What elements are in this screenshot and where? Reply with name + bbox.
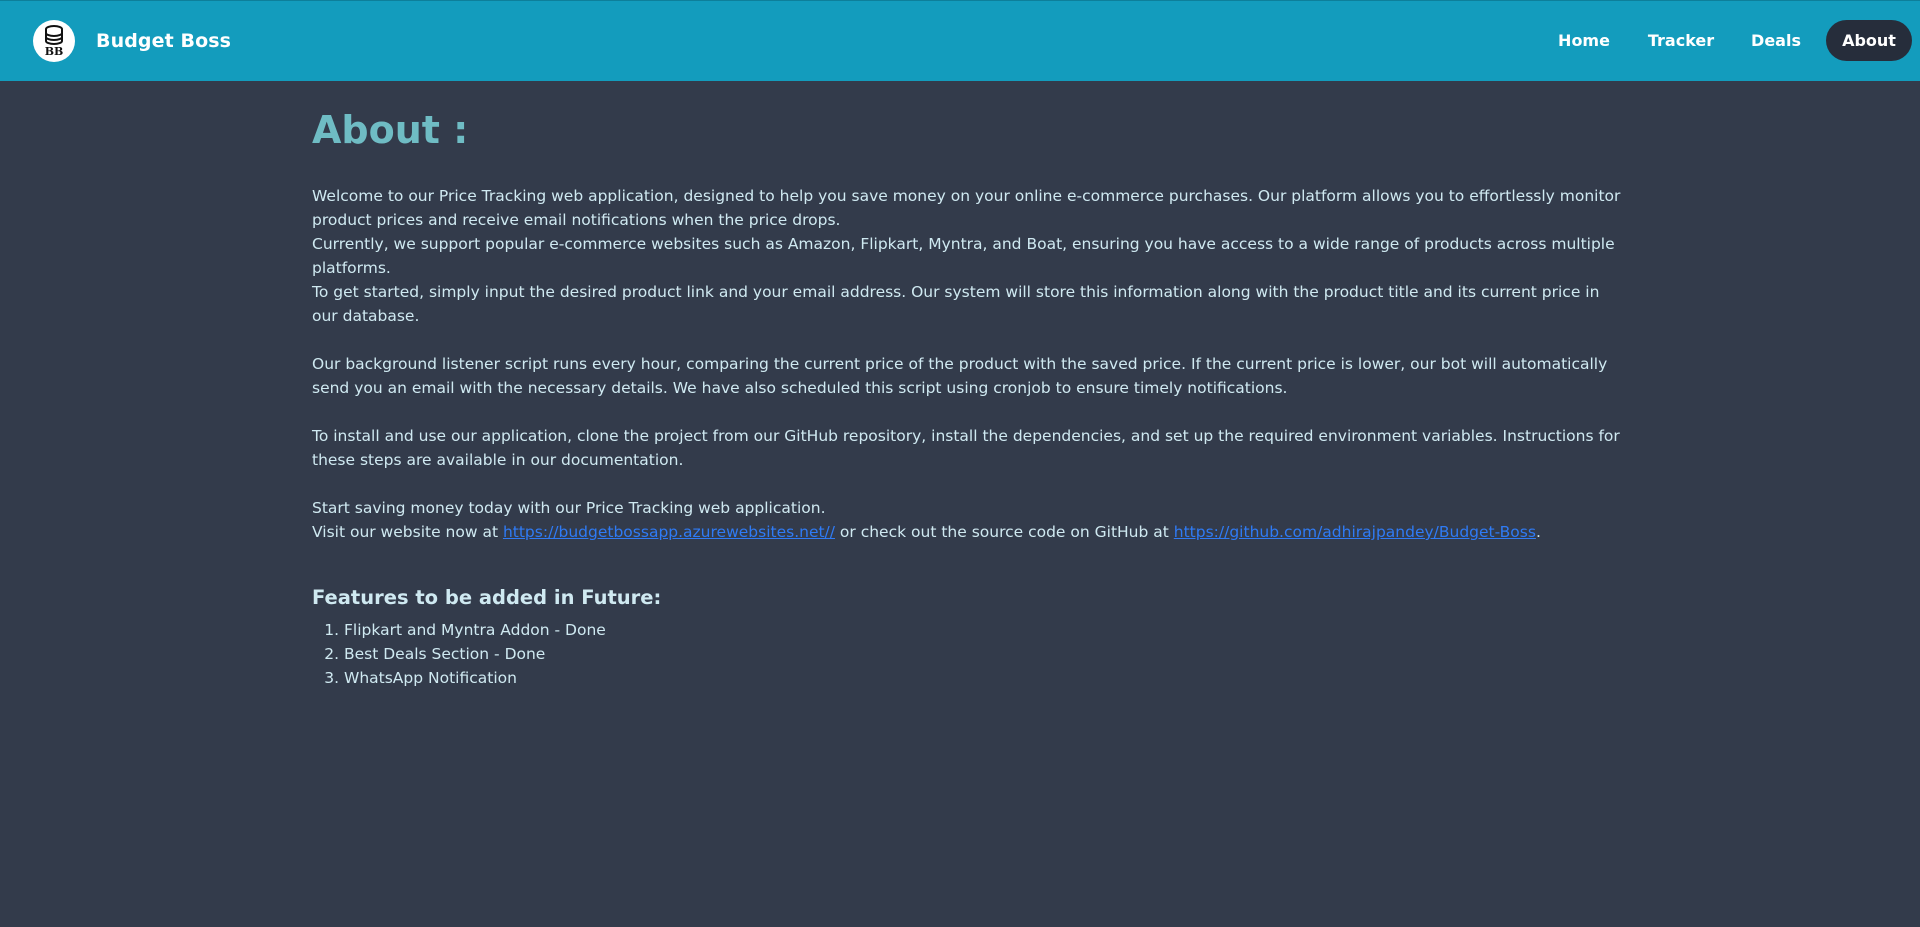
- nav-menu: Home Tracker Deals About: [1532, 20, 1912, 61]
- feature-item: Best Deals Section - Done: [344, 642, 1612, 666]
- feature-item: WhatsApp Notification: [344, 666, 1612, 690]
- features-list: Flipkart and Myntra Addon - Done Best De…: [312, 618, 1612, 690]
- features-heading: Features to be added in Future:: [312, 586, 662, 609]
- nav-link-home[interactable]: Home: [1544, 20, 1624, 61]
- brand-link[interactable]: BB Budget Boss: [33, 20, 231, 62]
- nav-link-tracker[interactable]: Tracker: [1638, 20, 1724, 61]
- nav-link-about[interactable]: About: [1826, 20, 1912, 61]
- start-saving-paragraph: Start saving money today with our Price …: [312, 499, 826, 517]
- feature-item: Flipkart and Myntra Addon - Done: [344, 618, 1612, 642]
- navbar: BB Budget Boss Home Tracker Deals About: [0, 0, 1920, 81]
- install-paragraph: To install and use our application, clon…: [312, 427, 1620, 469]
- about-description: Welcome to our Price Tracking web applic…: [312, 184, 1622, 544]
- getting-started-paragraph: To get started, simply input the desired…: [312, 283, 1600, 325]
- website-link[interactable]: https://budgetbossapp.azurewebsites.net/…: [503, 523, 835, 541]
- brand-name: Budget Boss: [96, 30, 232, 52]
- listener-paragraph: Our background listener script runs ever…: [312, 355, 1608, 397]
- brand-logo-icon: BB: [33, 20, 75, 62]
- about-content: About : Welcome to our Price Tracking we…: [312, 102, 1620, 690]
- links-middle-text: or check out the source code on GitHub a…: [835, 523, 1174, 541]
- intro-paragraph: Welcome to our Price Tracking web applic…: [312, 187, 1621, 229]
- links-paragraph: Visit our website now at https://budgetb…: [312, 520, 1622, 544]
- supported-sites-paragraph: Currently, we support popular e-commerce…: [312, 235, 1615, 277]
- page-title: About :: [312, 108, 469, 152]
- nav-link-deals[interactable]: Deals: [1740, 20, 1812, 61]
- github-link[interactable]: https://github.com/adhirajpandey/Budget-…: [1174, 523, 1536, 541]
- database-stack-icon: BB: [45, 25, 64, 58]
- links-prefix-text: Visit our website now at: [312, 523, 503, 541]
- links-suffix-text: .: [1535, 523, 1541, 541]
- logo-text: BB: [45, 45, 64, 58]
